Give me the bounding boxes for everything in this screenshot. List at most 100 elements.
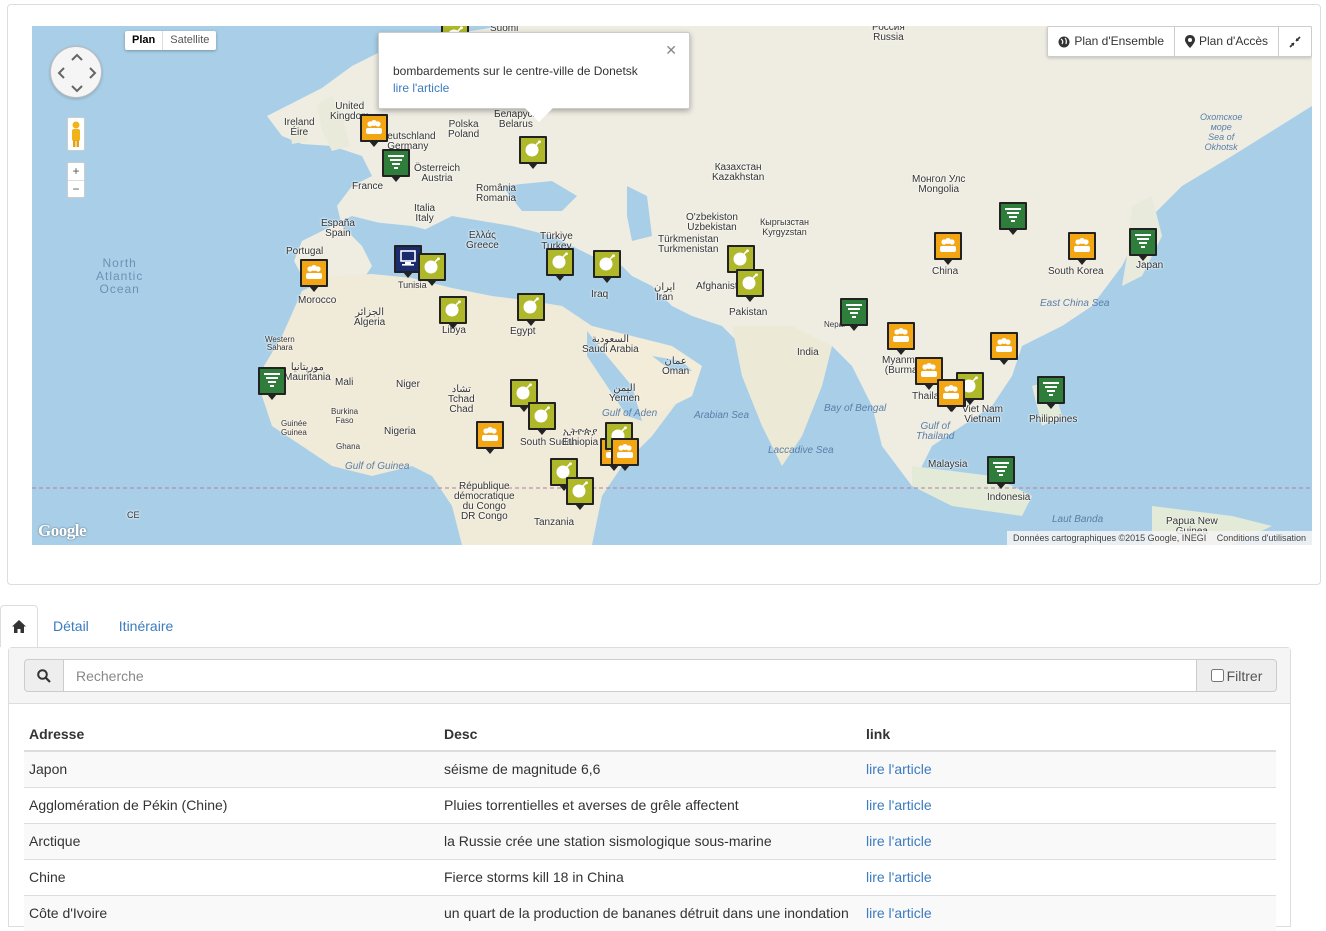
map-label-ghana: Ghana	[336, 442, 360, 452]
filter-checkbox[interactable]	[1211, 669, 1224, 682]
cell-address: Chine	[24, 860, 439, 896]
article-link[interactable]: lire l'article	[866, 761, 932, 777]
protest-marker[interactable]	[887, 322, 915, 356]
search-button[interactable]	[24, 659, 64, 692]
protest-marker[interactable]	[1068, 232, 1096, 266]
map-label-gulf-aden: Gulf of Aden	[602, 409, 657, 419]
bomb-icon	[741, 273, 759, 294]
protest-marker[interactable]	[934, 232, 962, 266]
cell-desc: un quart de la production de bananes dét…	[439, 896, 861, 931]
map-type-plan[interactable]: Plan	[125, 31, 162, 50]
bomb-marker[interactable]	[593, 250, 621, 284]
table-row[interactable]: Côte d'Ivoireun quart de la production d…	[24, 896, 1276, 931]
tab-itinerary[interactable]: Itinéraire	[104, 605, 188, 647]
zoom-control: + −	[67, 162, 85, 198]
table-row[interactable]: Arctiquela Russie crée une station sismo…	[24, 824, 1276, 860]
attribution-terms[interactable]: Conditions d'utilisation	[1217, 533, 1306, 543]
map-type-control: Plan Satellite	[125, 31, 216, 50]
pegman-icon	[68, 118, 84, 150]
cell-address: Agglomération de Pékin (Chine)	[24, 788, 439, 824]
globe-icon	[1058, 36, 1070, 48]
storm-marker[interactable]	[999, 202, 1027, 236]
protest-icon	[941, 384, 961, 403]
map-label-india: India	[797, 348, 819, 358]
storm-icon	[992, 460, 1010, 481]
bomb-icon	[533, 406, 551, 427]
map-label-turkmenistan: Türkmenistan Turkmenistan	[658, 235, 719, 255]
zoom-out-button[interactable]: −	[68, 180, 84, 197]
tab-home[interactable]	[0, 605, 38, 647]
map-label-romania: România Romania	[476, 184, 516, 204]
column-address[interactable]: Adresse	[24, 718, 439, 751]
collapse-button[interactable]	[1278, 27, 1311, 56]
bomb-marker[interactable]	[546, 248, 574, 282]
article-link[interactable]: lire l'article	[866, 833, 932, 849]
protest-marker[interactable]	[990, 332, 1018, 366]
map-label-banda: Laut Banda	[1052, 515, 1103, 525]
article-link[interactable]: lire l'article	[866, 797, 932, 813]
protest-marker[interactable]	[476, 421, 504, 455]
tab-detail[interactable]: Détail	[38, 605, 104, 647]
table-row[interactable]: ChineFierce storms kill 18 in Chinalire …	[24, 860, 1276, 896]
table-row[interactable]: Agglomération de Pékin (Chine)Pluies tor…	[24, 788, 1276, 824]
map-type-satellite[interactable]: Satellite	[162, 31, 216, 50]
filter-toggle[interactable]: Filtrer	[1196, 659, 1277, 692]
map-label-burkina: Burkina Faso	[331, 407, 358, 425]
events-panel: Filtrer Adresse Desc link Japonséisme de…	[8, 647, 1291, 927]
protest-marker[interactable]	[300, 259, 328, 293]
storm-marker[interactable]	[258, 367, 286, 401]
bomb-marker[interactable]	[439, 296, 467, 330]
access-button[interactable]: Plan d'Accès	[1174, 27, 1278, 56]
article-link[interactable]: lire l'article	[866, 905, 932, 921]
protest-marker[interactable]	[937, 379, 965, 413]
table-row[interactable]: Japonséisme de magnitude 6,6lire l'artic…	[24, 751, 1276, 788]
popup-article-link[interactable]: lire l'article	[393, 79, 675, 97]
article-link[interactable]: lire l'article	[866, 869, 932, 885]
map-label-gulf-thailand: Gulf of Thailand	[916, 422, 954, 442]
map-label-mali: Mali	[335, 378, 353, 388]
protest-marker[interactable]	[611, 438, 639, 472]
pan-control[interactable]	[50, 46, 102, 98]
storm-marker[interactable]	[840, 298, 868, 332]
overview-button[interactable]: Plan d'Ensemble	[1048, 27, 1174, 56]
cell-desc: séisme de magnitude 6,6	[439, 751, 861, 788]
bomb-icon	[515, 383, 533, 404]
protest-icon	[938, 237, 958, 256]
column-desc[interactable]: Desc	[439, 718, 861, 751]
storm-marker[interactable]	[382, 149, 410, 183]
storm-icon	[845, 302, 863, 323]
map-label-western-sahara: Western Sahara	[265, 336, 295, 352]
map-label-china: China	[932, 267, 958, 277]
storm-icon	[1134, 232, 1152, 253]
zoom-in-button[interactable]: +	[68, 163, 84, 180]
storm-marker[interactable]	[1129, 228, 1157, 262]
bomb-marker[interactable]	[418, 253, 446, 287]
bomb-marker[interactable]	[517, 293, 545, 327]
table-header-row: Adresse Desc link	[24, 718, 1276, 751]
bomb-marker[interactable]	[519, 136, 547, 170]
map-label-italy: Italia Italy	[414, 204, 435, 224]
column-link[interactable]: link	[861, 718, 1276, 751]
world-map[interactable]: Suomi Россия Russia United Kingdom Irela…	[32, 26, 1312, 545]
bomb-marker[interactable]	[736, 269, 764, 303]
map-label-iraq: Iraq	[591, 290, 608, 300]
search-input[interactable]	[64, 659, 1196, 692]
cell-link: lire l'article	[861, 860, 1276, 896]
bomb-icon	[732, 249, 750, 270]
map-label-egypt: Egypt	[510, 327, 536, 337]
bomb-marker[interactable]	[528, 402, 556, 436]
bomb-marker[interactable]	[566, 477, 594, 511]
events-table: Adresse Desc link Japonséisme de magnitu…	[24, 718, 1276, 931]
bomb-icon	[522, 297, 540, 318]
storm-marker[interactable]	[1037, 376, 1065, 410]
storm-icon	[1004, 206, 1022, 227]
popup-tail	[525, 108, 553, 122]
map-label-iran: ایران Iran	[654, 283, 675, 303]
protest-icon	[891, 327, 911, 346]
storm-marker[interactable]	[987, 456, 1015, 490]
map-view-buttons: Plan d'Ensemble Plan d'Accès	[1047, 26, 1312, 57]
protest-marker[interactable]	[360, 114, 388, 148]
cell-link: lire l'article	[861, 751, 1276, 788]
street-view-pegman[interactable]	[67, 117, 85, 151]
close-icon[interactable]: ✕	[665, 42, 677, 59]
